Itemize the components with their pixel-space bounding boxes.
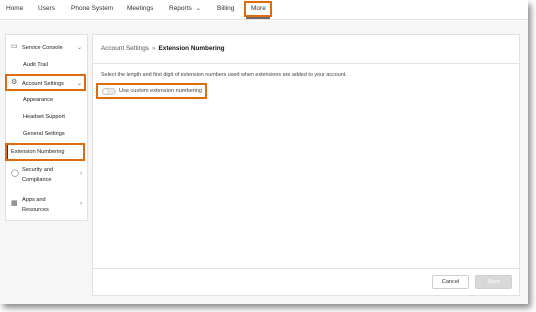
nav-reports-label: Reports (169, 5, 192, 12)
app-window: Home Users Phone System Meetings Reports… (0, 0, 528, 304)
page-title: Extension Numbering (158, 45, 225, 52)
sidebar-item-label: Service Console (22, 45, 63, 51)
nav-more[interactable]: More (251, 5, 266, 12)
toggle-label: Use custom extension numbering (119, 88, 203, 94)
extension-numbering-highlight (5, 143, 85, 161)
footer-divider (93, 268, 519, 269)
breadcrumb: Account Settings» Extension Numbering (101, 45, 225, 52)
sidebar-item-label-line2: Compliance (22, 177, 52, 183)
grid-icon: ▦ (11, 200, 18, 207)
sidebar-item-label-line1: Apps and (22, 197, 46, 203)
nav-meetings[interactable]: Meetings (127, 5, 153, 12)
account-settings-highlight (5, 74, 86, 91)
top-nav: Home Users Phone System Meetings Reports… (0, 0, 528, 20)
description-text: Select the length and first digit of ext… (101, 72, 347, 78)
sidebar-subitem-general-settings[interactable]: General Settings (23, 131, 65, 137)
cancel-button[interactable]: Cancel (432, 275, 469, 289)
shield-icon: ◯ (11, 170, 19, 177)
nav-phone-system[interactable]: Phone System (71, 5, 113, 12)
chevron-right-icon: › (80, 201, 82, 207)
divider (93, 63, 519, 64)
sidebar-subitem-appearance[interactable]: Appearance (23, 97, 53, 103)
sidebar-subitem-headset-support[interactable]: Headset Support (23, 114, 65, 120)
chevron-right-icon: › (80, 171, 82, 177)
breadcrumb-parent[interactable]: Account Settings (101, 45, 149, 52)
monitor-icon: ▭ (11, 43, 18, 50)
sidebar-item-label-line1: Security and (22, 167, 54, 173)
sidebar-item-label-line2: Resources (22, 207, 49, 213)
sidebar-item-apps[interactable]: ▦ Apps and Resources › (6, 196, 87, 214)
save-button[interactable]: Save (475, 275, 512, 289)
nav-active-indicator (246, 17, 270, 19)
sidebar-subitem-audit-trail[interactable]: Audit Trail (23, 62, 48, 68)
sidebar-item-security[interactable]: ◯ Security and Compliance › (6, 166, 87, 184)
nav-home[interactable]: Home (6, 5, 23, 12)
chevron-down-icon: ⌄ (195, 6, 201, 12)
chevron-down-icon: ⌄ (76, 45, 82, 51)
breadcrumb-separator: » (151, 45, 156, 52)
nav-users[interactable]: Users (38, 5, 55, 12)
nav-billing[interactable]: Billing (217, 5, 234, 12)
nav-reports[interactable]: Reports ⌄ (169, 5, 201, 12)
custom-extension-toggle[interactable] (102, 88, 116, 95)
toggle-knob (103, 89, 108, 94)
sidebar: ▭ Service Console ⌄ Audit Trail ⚙ Accoun… (5, 34, 88, 221)
sidebar-item-service-console[interactable]: ▭ Service Console ⌄ (6, 43, 87, 53)
main-panel: Account Settings» Extension Numbering Sel… (92, 34, 520, 296)
